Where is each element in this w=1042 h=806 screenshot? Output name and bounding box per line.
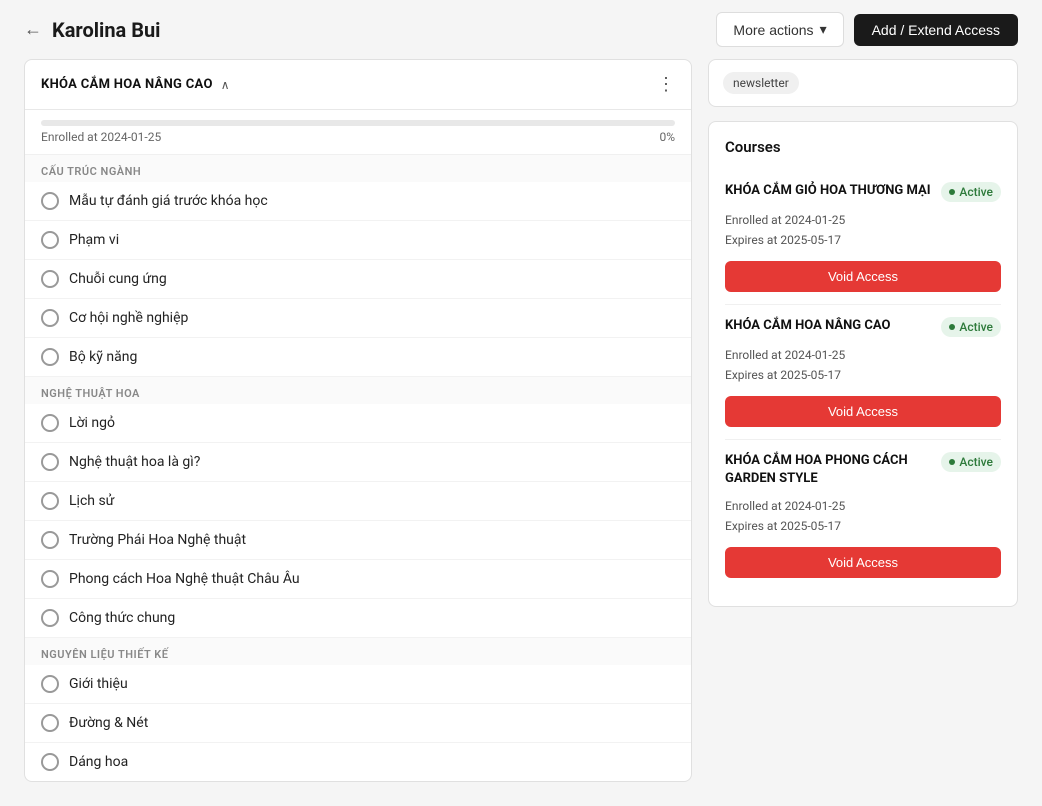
course-card-name: KHÓA CẮM HOA NÂNG CAO — [725, 317, 933, 335]
lesson-label: Đường & Nét — [69, 715, 148, 731]
status-badge: Active — [941, 452, 1001, 472]
radio-circle — [41, 714, 59, 732]
progress-percent: 0% — [659, 130, 675, 144]
list-item[interactable]: Cơ hội nghề nghiệp — [25, 299, 691, 338]
list-item[interactable]: Phạm vi — [25, 221, 691, 260]
list-item[interactable]: Trường Phái Hoa Nghệ thuật — [25, 521, 691, 560]
progress-bar-container — [41, 120, 675, 126]
chevron-down-icon: ▾ — [820, 21, 827, 38]
course-card: KHÓA CẮM GIỎ HOA THƯƠNG MẠI Active Enrol… — [725, 170, 1001, 305]
course-title: KHÓA CẮM HOA NÂNG CAO — [41, 77, 213, 92]
tag-badge: newsletter — [723, 72, 799, 94]
radio-circle — [41, 414, 59, 432]
lesson-label: Công thức chung — [69, 610, 175, 626]
collapse-icon[interactable]: ∧ — [221, 78, 230, 92]
courses-panel: Courses KHÓA CẮM GIỎ HOA THƯƠNG MẠI Acti… — [708, 121, 1018, 607]
section-header: NGUYÊN LIỆU THIẾT KẾ — [25, 638, 691, 665]
courses-panel-title: Courses — [725, 138, 1001, 156]
course-card: KHÓA CẮM HOA PHONG CÁCH GARDEN STYLE Act… — [725, 440, 1001, 590]
active-dot — [949, 324, 955, 330]
list-item[interactable]: Bộ kỹ năng — [25, 338, 691, 377]
radio-circle — [41, 492, 59, 510]
void-access-button[interactable]: Void Access — [725, 261, 1001, 292]
void-access-button[interactable]: Void Access — [725, 547, 1001, 578]
course-card-header: KHÓA CẮM HOA PHONG CÁCH GARDEN STYLE Act… — [725, 452, 1001, 488]
more-actions-button[interactable]: More actions ▾ — [716, 12, 843, 47]
course-card-dates: Enrolled at 2024-01-25Expires at 2025-05… — [725, 496, 1001, 537]
header: ← Karolina Bui More actions ▾ Add / Exte… — [0, 0, 1042, 59]
course-card-dates: Enrolled at 2024-01-25Expires at 2025-05… — [725, 345, 1001, 386]
section-header: CẤU TRÚC NGÀNH — [25, 155, 691, 182]
radio-circle — [41, 453, 59, 471]
sections-container: CẤU TRÚC NGÀNH Mẫu tự đánh giá trước khóa… — [25, 155, 691, 781]
lesson-label: Nghệ thuật hoa là gì? — [69, 454, 200, 470]
tag-section: newsletter — [708, 59, 1018, 107]
list-item[interactable]: Nghệ thuật hoa là gì? — [25, 443, 691, 482]
radio-circle — [41, 192, 59, 210]
course-card-dates: Enrolled at 2024-01-25Expires at 2025-05… — [725, 210, 1001, 251]
lesson-label: Phong cách Hoa Nghệ thuật Châu Âu — [69, 571, 300, 587]
lesson-label: Cơ hội nghề nghiệp — [69, 310, 188, 326]
back-button[interactable]: ← — [24, 19, 42, 40]
radio-circle — [41, 348, 59, 366]
left-panel: KHÓA CẮM HOA NÂNG CAO ∧ ⋮ Enrolled at 20… — [24, 59, 692, 782]
course-card: KHÓA CẮM HOA NÂNG CAO Active Enrolled at… — [725, 305, 1001, 440]
more-options-icon[interactable]: ⋮ — [657, 74, 675, 95]
active-dot — [949, 189, 955, 195]
lesson-label: Trường Phái Hoa Nghệ thuật — [69, 532, 246, 548]
progress-section: Enrolled at 2024-01-25 0% — [25, 110, 691, 155]
page-container: ← Karolina Bui More actions ▾ Add / Exte… — [0, 0, 1042, 806]
radio-circle — [41, 609, 59, 627]
list-item[interactable]: Lịch sử — [25, 482, 691, 521]
radio-circle — [41, 570, 59, 588]
enrolled-label: Enrolled at 2024-01-25 — [41, 130, 161, 144]
page-title: Karolina Bui — [52, 18, 160, 42]
lesson-label: Giới thiệu — [69, 676, 128, 692]
courses-list: KHÓA CẮM GIỎ HOA THƯƠNG MẠI Active Enrol… — [725, 170, 1001, 590]
list-item[interactable]: Giới thiệu — [25, 665, 691, 704]
course-card-header: KHÓA CẮM GIỎ HOA THƯƠNG MẠI Active — [725, 182, 1001, 202]
more-actions-label: More actions — [733, 22, 813, 38]
active-dot — [949, 459, 955, 465]
lesson-label: Mẫu tự đánh giá trước khóa học — [69, 193, 268, 209]
radio-circle — [41, 531, 59, 549]
lesson-label: Lời ngỏ — [69, 415, 115, 431]
lesson-label: Lịch sử — [69, 493, 114, 509]
void-access-button[interactable]: Void Access — [725, 396, 1001, 427]
course-header: KHÓA CẮM HOA NÂNG CAO ∧ ⋮ — [25, 60, 691, 110]
radio-circle — [41, 753, 59, 771]
section-header: NGHỆ THUẬT HOA — [25, 377, 691, 404]
right-panel: newsletter Courses KHÓA CẮM GIỎ HOA THƯƠ… — [708, 59, 1018, 782]
header-left: ← Karolina Bui — [24, 18, 160, 42]
list-item[interactable]: Mẫu tự đánh giá trước khóa học — [25, 182, 691, 221]
radio-circle — [41, 270, 59, 288]
course-card-name: KHÓA CẮM GIỎ HOA THƯƠNG MẠI — [725, 182, 933, 200]
header-actions: More actions ▾ Add / Extend Access — [716, 12, 1018, 47]
list-item[interactable]: Đường & Nét — [25, 704, 691, 743]
course-card-header: KHÓA CẮM HOA NÂNG CAO Active — [725, 317, 1001, 337]
radio-circle — [41, 231, 59, 249]
status-badge: Active — [941, 317, 1001, 337]
course-title-row: KHÓA CẮM HOA NÂNG CAO ∧ — [41, 77, 230, 92]
lesson-label: Bộ kỹ năng — [69, 349, 137, 365]
list-item[interactable]: Lời ngỏ — [25, 404, 691, 443]
main-layout: KHÓA CẮM HOA NÂNG CAO ∧ ⋮ Enrolled at 20… — [0, 59, 1042, 806]
list-item[interactable]: Dáng hoa — [25, 743, 691, 781]
add-access-button[interactable]: Add / Extend Access — [854, 14, 1018, 46]
course-card-name: KHÓA CẮM HOA PHONG CÁCH GARDEN STYLE — [725, 452, 933, 488]
list-item[interactable]: Công thức chung — [25, 599, 691, 638]
list-item[interactable]: Phong cách Hoa Nghệ thuật Châu Âu — [25, 560, 691, 599]
status-badge: Active — [941, 182, 1001, 202]
lesson-label: Phạm vi — [69, 232, 119, 248]
lesson-label: Dáng hoa — [69, 754, 128, 770]
lesson-label: Chuỗi cung ứng — [69, 271, 167, 287]
radio-circle — [41, 675, 59, 693]
progress-info: Enrolled at 2024-01-25 0% — [41, 130, 675, 144]
list-item[interactable]: Chuỗi cung ứng — [25, 260, 691, 299]
radio-circle — [41, 309, 59, 327]
